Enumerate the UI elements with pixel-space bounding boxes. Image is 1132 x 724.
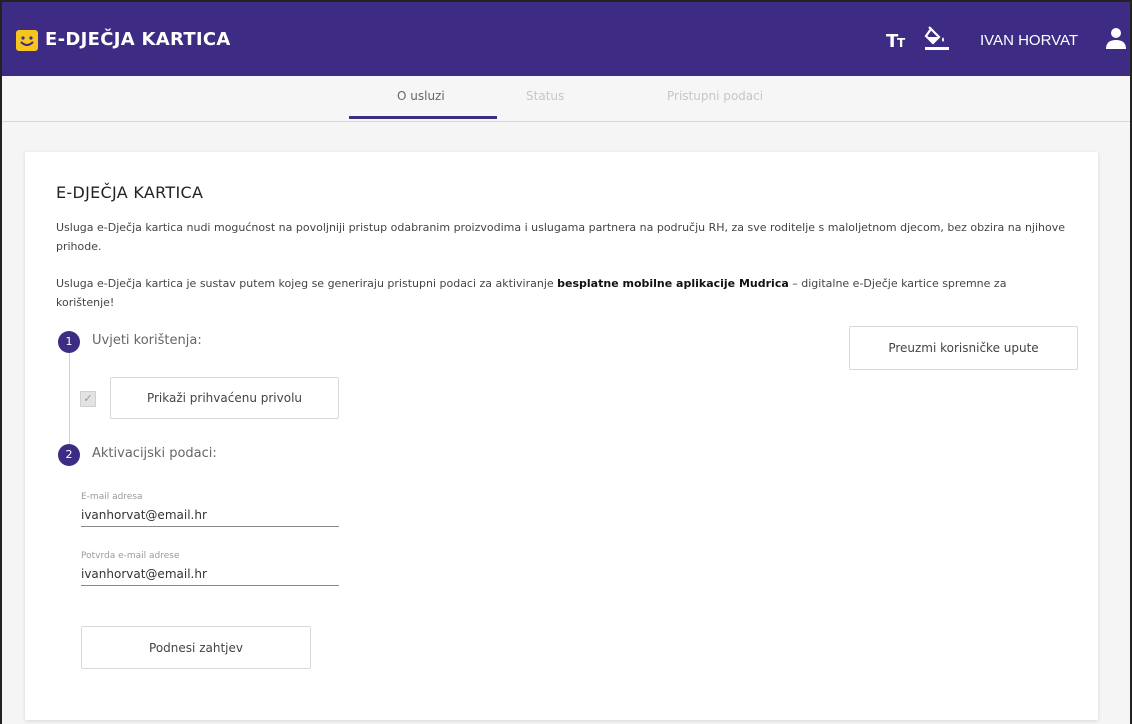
logo-icon[interactable] <box>16 30 38 51</box>
email-confirm-field[interactable]: ivanhorvat@email.hr <box>81 566 339 586</box>
tab-o-usluzi[interactable]: O usluzi <box>397 88 445 104</box>
email-label: E-mail adresa <box>81 492 143 502</box>
show-consent-button[interactable]: Prikaži prihvaćenu privolu <box>110 377 339 419</box>
tab-pristupni-podaci[interactable]: Pristupni podaci <box>667 88 763 104</box>
tab-status[interactable]: Status <box>526 88 564 104</box>
step-2-label: Aktivacijski podaci: <box>92 446 217 461</box>
svg-text:T: T <box>897 36 906 50</box>
step-connector-line <box>69 350 70 450</box>
step-1-label: Uvjeti korištenja: <box>92 333 202 348</box>
contrast-paint-icon[interactable] <box>923 23 953 53</box>
consent-checkbox[interactable]: ✓ <box>80 391 96 407</box>
description-text-start: Usluga e-Dječja kartica je sustav putem … <box>56 277 558 290</box>
service-card: E-DJEČJA KARTICA Usluga e-Dječja kartica… <box>25 152 1098 720</box>
top-bar: E-DJEČJA KARTICA T T IVAN HORVAT <box>2 2 1130 76</box>
app-window: E-DJEČJA KARTICA T T IVAN HORVAT O usluz… <box>0 0 1132 724</box>
description-paragraph: Usluga e-Dječja kartica je sustav putem … <box>56 274 1066 312</box>
step-2-badge: 2 <box>58 444 80 466</box>
card-title: E-DJEČJA KARTICA <box>56 183 204 202</box>
submit-request-button[interactable]: Podnesi zahtjev <box>81 626 311 669</box>
user-name[interactable]: IVAN HORVAT <box>980 31 1078 51</box>
app-title[interactable]: E-DJEČJA KARTICA <box>45 28 231 52</box>
email-confirm-label: Potvrda e-mail adrese <box>81 551 180 561</box>
intro-paragraph: Usluga e-Dječja kartica nudi mogućnost n… <box>56 221 1066 253</box>
step-1-badge: 1 <box>58 331 80 353</box>
user-icon[interactable] <box>1105 27 1127 49</box>
email-field[interactable]: ivanhorvat@email.hr <box>81 507 339 527</box>
checkmark-icon: ✓ <box>83 392 93 405</box>
description-text-bold: besplatne mobilne aplikacije Mudrica <box>557 277 789 290</box>
tab-bar: O usluzi Status Pristupni podaci <box>2 76 1130 122</box>
active-tab-indicator <box>349 116 497 119</box>
download-manual-button[interactable]: Preuzmi korisničke upute <box>849 326 1078 370</box>
text-size-icon[interactable]: T T <box>886 29 910 52</box>
